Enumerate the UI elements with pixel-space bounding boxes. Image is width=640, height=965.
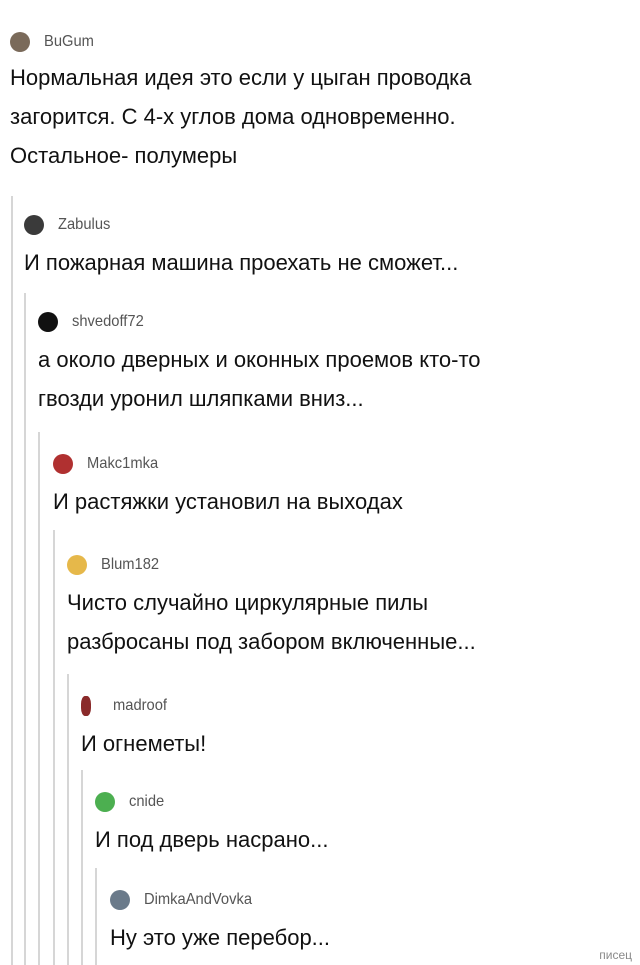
comment: BuGum Нормальная идея это если у цыган п… (10, 30, 472, 175)
comment-header: cnide (95, 790, 328, 814)
user-avatar[interactable] (110, 890, 130, 910)
comment: cnide И под дверь насрано... (95, 790, 328, 859)
comment-text: И пожарная машина проехать не сможет... (24, 250, 459, 275)
comment-header: madroof (81, 694, 206, 718)
thread-rail (95, 868, 97, 965)
comment-header: Makc1mka (53, 452, 403, 476)
comment-text: И огнеметы! (81, 731, 207, 756)
comment-text: а около дверных и оконных проемов кто-то… (38, 347, 481, 411)
thread-rail (81, 770, 83, 965)
thread-rail (38, 432, 40, 965)
username[interactable]: BuGum (44, 33, 94, 51)
comment-header: Zabulus (24, 213, 458, 237)
user-avatar[interactable] (38, 312, 58, 332)
comment-thread: BuGum Нормальная идея это если у цыган п… (0, 0, 640, 965)
user-avatar[interactable] (24, 215, 44, 235)
username[interactable]: Makc1mka (87, 455, 158, 473)
username[interactable]: shvedoff72 (72, 313, 144, 331)
thread-rail (24, 293, 26, 965)
user-avatar[interactable] (81, 696, 91, 716)
user-avatar[interactable] (95, 792, 115, 812)
username[interactable]: Blum182 (101, 556, 159, 574)
comment-header: DimkaAndVovka (110, 888, 330, 912)
username[interactable]: cnide (129, 793, 164, 811)
comment: shvedoff72 а около дверных и оконных про… (38, 310, 481, 418)
thread-rail (67, 674, 69, 965)
comment-text: Ну это уже перебор... (110, 925, 331, 950)
comment: Zabulus И пожарная машина проехать не см… (24, 213, 458, 282)
username[interactable]: Zabulus (58, 216, 110, 234)
comment-text: И растяжки установил на выходах (53, 489, 403, 514)
thread-rail (53, 530, 55, 965)
thread-rail (11, 196, 13, 965)
username[interactable]: madroof (113, 697, 167, 715)
comment-text: Чисто случайно циркулярные пилы разброса… (67, 590, 476, 654)
user-avatar[interactable] (10, 32, 30, 52)
comment-header: BuGum (10, 30, 472, 54)
comment: Makc1mka И растяжки установил на выходах (53, 452, 403, 521)
comment-header: shvedoff72 (38, 310, 481, 334)
watermark: писец (599, 948, 632, 962)
comment-text: И под дверь насрано... (95, 827, 329, 852)
comment-header: Blum182 (67, 553, 476, 577)
user-avatar[interactable] (67, 555, 87, 575)
username[interactable]: DimkaAndVovka (144, 891, 252, 909)
comment: DimkaAndVovka Ну это уже перебор... (110, 888, 330, 957)
comment: Blum182 Чисто случайно циркулярные пилы … (67, 553, 476, 661)
user-avatar[interactable] (53, 454, 73, 474)
comment-text: Нормальная идея это если у цыган проводк… (10, 65, 472, 168)
comment: madroof И огнеметы! (81, 694, 206, 763)
